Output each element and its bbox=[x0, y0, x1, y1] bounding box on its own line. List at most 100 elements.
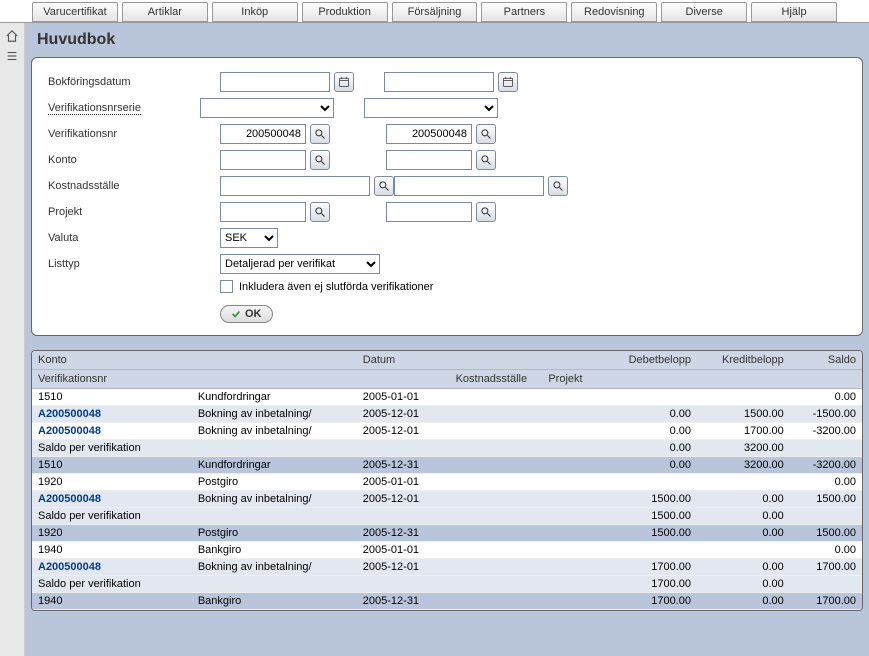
col-kostnadsstalle: Kostnadsställe bbox=[450, 370, 543, 389]
search-icon[interactable] bbox=[310, 124, 330, 144]
table-row[interactable]: A200500048 Bokning av inbetalning/2005-12… bbox=[32, 491, 862, 508]
search-icon[interactable] bbox=[548, 176, 568, 196]
table-cell: 1940 bbox=[32, 593, 192, 610]
listtyp-select[interactable]: Detaljerad per verifikat bbox=[220, 254, 380, 274]
table-cell bbox=[450, 406, 543, 423]
table-cell: 0.00 bbox=[604, 440, 697, 457]
list-icon[interactable] bbox=[5, 49, 19, 63]
verifikationsnr-to-input[interactable] bbox=[386, 124, 472, 144]
tab-forsaljning[interactable]: Försäljning bbox=[392, 2, 478, 22]
table-cell bbox=[450, 559, 543, 576]
verifikation-link[interactable]: A200500048 bbox=[38, 493, 101, 505]
home-icon[interactable] bbox=[5, 29, 19, 43]
table-row[interactable]: A200500048Bokning av inbetalning/2005-12… bbox=[32, 559, 862, 576]
table-cell bbox=[697, 389, 790, 406]
label-inkludera: Inkludera även ej slutförda verifikation… bbox=[239, 281, 433, 293]
table-cell bbox=[542, 440, 604, 457]
bokforingsdatum-to-input[interactable] bbox=[384, 72, 494, 92]
search-icon[interactable] bbox=[310, 202, 330, 222]
top-menu: Varucertifikat Artiklar Inköp Produktion… bbox=[0, 0, 869, 23]
table-row[interactable]: 1920Postgiro2005-12-311500.000.001500.00 bbox=[32, 525, 862, 542]
verifikation-link[interactable]: A200500048 bbox=[38, 561, 101, 573]
verifikationsnrserie-from-select[interactable] bbox=[200, 98, 334, 118]
table-cell bbox=[542, 406, 604, 423]
table-cell bbox=[542, 525, 604, 542]
table-row[interactable]: A200500048Bokning av inbetalning/2005-12… bbox=[32, 406, 862, 423]
table-cell bbox=[542, 491, 604, 508]
tab-artiklar[interactable]: Artiklar bbox=[122, 2, 208, 22]
verifikation-link[interactable]: A200500048 bbox=[38, 408, 101, 420]
table-cell: 1500.00 bbox=[604, 525, 697, 542]
table-cell: A200500048 bbox=[32, 491, 192, 508]
table-cell bbox=[192, 576, 357, 593]
inkludera-checkbox[interactable] bbox=[220, 280, 233, 293]
table-cell bbox=[604, 474, 697, 491]
table-cell: 0.00 bbox=[604, 457, 697, 474]
table-cell: 0.00 bbox=[697, 525, 790, 542]
table-cell bbox=[450, 576, 543, 593]
tab-redovisning[interactable]: Redovisning bbox=[571, 2, 657, 22]
table-cell: 1700.00 bbox=[697, 423, 790, 440]
table-row[interactable]: 1510Kundfordringar2005-12-310.003200.00-… bbox=[32, 457, 862, 474]
table-cell bbox=[450, 491, 543, 508]
table-row[interactable]: Saldo per verifikation1700.000.00 bbox=[32, 576, 862, 593]
table-cell: Bokning av inbetalning/ bbox=[192, 559, 357, 576]
search-icon[interactable] bbox=[476, 124, 496, 144]
table-cell: 1500.00 bbox=[697, 406, 790, 423]
table-cell: Bokning av inbetalning/ bbox=[192, 406, 357, 423]
kostnadsstalle-from-input[interactable] bbox=[220, 176, 370, 196]
tab-partners[interactable]: Partners bbox=[481, 2, 567, 22]
tab-produktion[interactable]: Produktion bbox=[302, 2, 388, 22]
col-datum: Datum bbox=[357, 351, 450, 370]
table-cell: 2005-01-01 bbox=[357, 389, 450, 406]
table-cell: Bokning av inbetalning/ bbox=[192, 491, 357, 508]
calendar-icon[interactable] bbox=[498, 72, 518, 92]
verifikation-link[interactable]: A200500048 bbox=[38, 425, 101, 437]
table-row[interactable]: Saldo per verifikation0.003200.00 bbox=[32, 440, 862, 457]
calendar-icon[interactable] bbox=[334, 72, 354, 92]
table-row[interactable]: 1510Kundfordringar2005-01-010.00 bbox=[32, 389, 862, 406]
table-row[interactable]: 1920Postgiro2005-01-010.00 bbox=[32, 474, 862, 491]
table-cell: Kundfordringar bbox=[192, 389, 357, 406]
table-cell: 0.00 bbox=[697, 508, 790, 525]
tab-inkop[interactable]: Inköp bbox=[212, 2, 298, 22]
table-row[interactable]: 1940Bankgiro2005-01-010.00 bbox=[32, 542, 862, 559]
search-icon[interactable] bbox=[374, 176, 394, 196]
konto-from-input[interactable] bbox=[220, 150, 306, 170]
tab-diverse[interactable]: Diverse bbox=[661, 2, 747, 22]
table-cell: 2005-12-01 bbox=[357, 491, 450, 508]
result-grid: Konto Datum Debetbelopp Kreditbelopp Sal… bbox=[31, 350, 863, 611]
valuta-select[interactable]: SEK bbox=[220, 228, 278, 248]
table-row[interactable]: 1940Bankgiro2005-12-311700.000.001700.00 bbox=[32, 593, 862, 610]
table-cell: 2005-01-01 bbox=[357, 474, 450, 491]
table-row[interactable]: Saldo per verifikation1500.000.00 bbox=[32, 508, 862, 525]
table-cell bbox=[542, 508, 604, 525]
search-icon[interactable] bbox=[476, 202, 496, 222]
col-debetbelopp: Debetbelopp bbox=[604, 351, 697, 370]
verifikationsnr-from-input[interactable] bbox=[220, 124, 306, 144]
tab-hjalp[interactable]: Hjälp bbox=[751, 2, 837, 22]
col-konto: Konto bbox=[32, 351, 192, 370]
table-cell: Postgiro bbox=[192, 474, 357, 491]
projekt-from-input[interactable] bbox=[220, 202, 306, 222]
kostnadsstalle-to-input[interactable] bbox=[394, 176, 544, 196]
bokforingsdatum-from-input[interactable] bbox=[220, 72, 330, 92]
table-cell: 0.00 bbox=[697, 593, 790, 610]
konto-to-input[interactable] bbox=[386, 150, 472, 170]
ok-button[interactable]: OK bbox=[220, 305, 273, 323]
table-cell bbox=[450, 423, 543, 440]
check-icon bbox=[231, 309, 241, 319]
table-cell bbox=[604, 542, 697, 559]
verifikationsnrserie-to-select[interactable] bbox=[364, 98, 498, 118]
table-cell bbox=[542, 542, 604, 559]
table-cell: 0.00 bbox=[697, 491, 790, 508]
table-cell bbox=[790, 576, 862, 593]
search-icon[interactable] bbox=[310, 150, 330, 170]
table-row[interactable]: A200500048Bokning av inbetalning/2005-12… bbox=[32, 423, 862, 440]
tab-varucertifikat[interactable]: Varucertifikat bbox=[32, 2, 118, 22]
main-content: Huvudbok Bokföringsdatum Verifikationsnr… bbox=[25, 23, 869, 656]
search-icon[interactable] bbox=[476, 150, 496, 170]
table-cell: Kundfordringar bbox=[192, 457, 357, 474]
table-cell: 1940 bbox=[32, 542, 192, 559]
projekt-to-input[interactable] bbox=[386, 202, 472, 222]
